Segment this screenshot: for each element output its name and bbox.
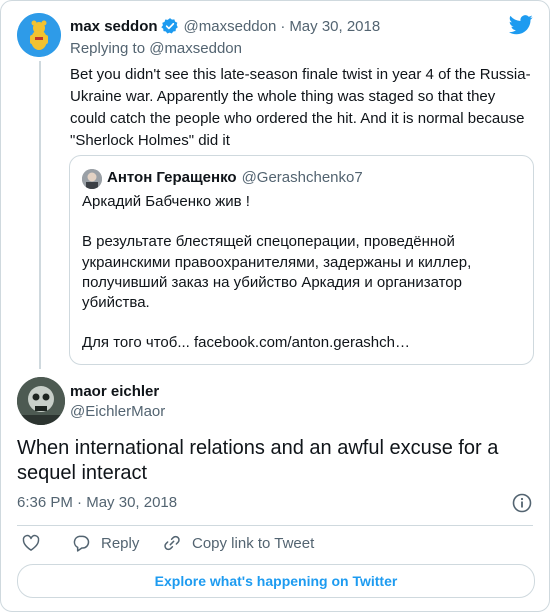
tweet1-text: Bet you didn't see this late-season fina… <box>70 64 531 152</box>
link-icon <box>162 533 182 553</box>
tweet2-time: 6:36 PM <box>17 494 73 511</box>
thread-connector-line <box>39 61 41 369</box>
tweet1-handle[interactable]: @maxseddon <box>184 18 277 35</box>
copy-link-label: Copy link to Tweet <box>192 534 315 552</box>
embedded-tweet-card: max seddon @maxseddon · May 30, 2018 Rep… <box>0 0 550 612</box>
quote-text-line: В результате блестящей спецоперации, про… <box>82 233 455 251</box>
reply-label: Reply <box>101 534 140 552</box>
info-icon[interactable] <box>512 493 532 513</box>
tweet2-author-name[interactable]: maor eichler <box>70 383 159 400</box>
tweet2-date: May 30, 2018 <box>86 494 178 511</box>
quote-text-line: убийства. <box>82 294 150 312</box>
actions-divider <box>17 525 533 526</box>
tweet2-text-line: When international relations and an awfu… <box>17 437 499 459</box>
tweet2-text-line: sequel interact <box>17 462 148 484</box>
quote-text: Аркадий Бабченко жив ! В результате блес… <box>82 192 471 354</box>
twitter-bird-icon[interactable] <box>509 15 533 35</box>
quote-text-line: Для того чтоб... facebook.com/anton.gera… <box>82 334 410 352</box>
tweet1-text-line: Ukraine war. Apparently the whole thing … <box>70 88 496 105</box>
tweet1-text-line: could catch the people who ordered the h… <box>70 110 525 127</box>
quoted-tweet[interactable]: Антон Геращенко @Gerashchenko7 Аркадий Б… <box>69 155 534 365</box>
tweet1-text-line: "Sherlock Holmes" did it <box>70 132 230 149</box>
tweet2-text: When international relations and an awfu… <box>17 436 498 486</box>
reply-bubble-icon <box>71 533 91 553</box>
reply-button[interactable]: Reply <box>71 533 139 553</box>
tweet1-author-name[interactable]: max seddon <box>70 18 158 35</box>
quote-text-line: получивший заказ на убийство Аркадия и о… <box>82 273 462 291</box>
quote-text-line: Аркадий Бабченко жив ! <box>82 193 250 210</box>
like-button[interactable] <box>21 533 41 553</box>
heart-icon <box>21 533 41 553</box>
explore-twitter-button[interactable]: Explore what's happening on Twitter <box>17 564 535 598</box>
tweet1-text-line: Bet you didn't see this late-season fina… <box>70 66 531 83</box>
copy-link-button[interactable]: Copy link to Tweet <box>162 533 314 553</box>
explore-label: Explore what's happening on Twitter <box>154 573 398 589</box>
tweet2-handle[interactable]: @EichlerMaor <box>70 403 165 420</box>
quote-author-name: Антон Геращенко <box>107 169 237 186</box>
tweet2-timestamp[interactable]: 6:36 PM · May 30, 2018 <box>17 494 177 511</box>
quote-text-line: украинскими правоохранителями, задержаны… <box>82 253 472 271</box>
gerashchenko-avatar <box>82 169 102 189</box>
quote-author-row: Антон Геращенко @Gerashchenko7 <box>107 169 363 186</box>
tweet1-date[interactable]: May 30, 2018 <box>289 18 380 35</box>
verified-badge-icon <box>160 17 179 35</box>
max-seddon-avatar[interactable] <box>17 13 61 57</box>
tweet1-author-row: max seddon @maxseddon · May 30, 2018 <box>70 17 380 35</box>
maor-eichler-avatar[interactable] <box>17 377 65 425</box>
tweet1-separator: · <box>280 17 286 35</box>
timestamp-separator: · <box>77 494 87 511</box>
replying-to-label[interactable]: Replying to @maxseddon <box>70 40 242 57</box>
quote-handle: @Gerashchenko7 <box>241 169 363 186</box>
